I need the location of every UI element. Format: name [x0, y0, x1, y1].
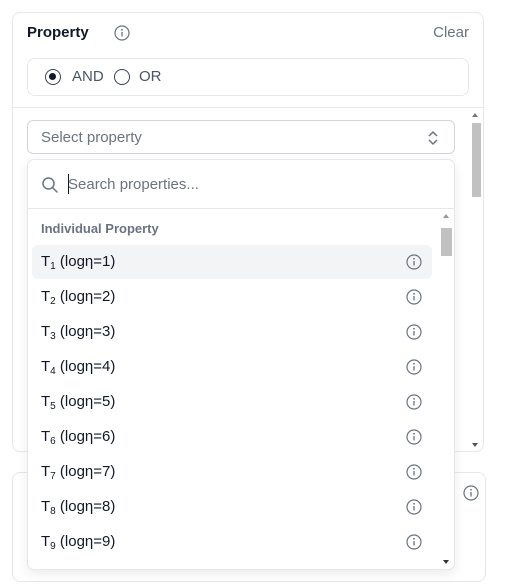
property-select[interactable]: Select property — [27, 120, 455, 154]
property-option[interactable]: T1 (logη=1) — [32, 245, 432, 279]
property-option-label: T7 (logη=7) — [41, 463, 116, 482]
property-option-label: T2 (logη=2) — [41, 288, 116, 307]
property-option[interactable]: T5 (logη=5) — [32, 385, 432, 419]
property-option[interactable]: T2 (logη=2) — [32, 280, 432, 314]
search-input[interactable] — [68, 173, 428, 195]
and-radio[interactable] — [45, 69, 61, 85]
property-option-label: T9 (logη=9) — [41, 533, 116, 552]
property-option[interactable]: T7 (logη=7) — [32, 455, 432, 489]
property-option-label: T1 (logη=1) — [41, 253, 116, 272]
panel-header: Property Clear — [27, 23, 469, 45]
or-radio-label[interactable]: OR — [139, 68, 162, 86]
property-option-label: T6 (logη=6) — [41, 428, 116, 447]
property-option-label: T3 (logη=3) — [41, 323, 116, 342]
info-icon[interactable] — [406, 254, 422, 270]
scrollbar-thumb[interactable] — [472, 123, 481, 197]
property-dropdown: Individual Property T1 (logη=1) T2 (logη=… — [27, 159, 455, 570]
property-option[interactable]: T3 (logη=3) — [32, 315, 432, 349]
info-icon[interactable] — [406, 429, 422, 445]
info-icon[interactable] — [406, 464, 422, 480]
search-row — [28, 160, 454, 209]
scroll-up-arrow-icon[interactable] — [443, 214, 449, 218]
property-option-label: T4 (logη=4) — [41, 358, 116, 377]
scroll-up-arrow-icon[interactable] — [472, 113, 478, 117]
info-icon[interactable] — [406, 499, 422, 515]
info-icon[interactable] — [406, 394, 422, 410]
and-radio-label[interactable]: AND — [72, 68, 104, 86]
info-icon[interactable] — [406, 534, 422, 550]
scroll-down-arrow-icon[interactable] — [472, 443, 478, 447]
info-icon[interactable] — [406, 359, 422, 375]
clear-button[interactable]: Clear — [433, 23, 469, 43]
property-option-label: T5 (logη=5) — [41, 393, 116, 412]
search-icon — [42, 177, 58, 193]
property-option[interactable]: T9 (logη=9) — [32, 525, 432, 559]
property-option[interactable]: T8 (logη=8) — [32, 490, 432, 524]
or-radio[interactable] — [114, 69, 130, 85]
property-option[interactable]: T4 (logη=4) — [32, 350, 432, 384]
info-icon[interactable] — [406, 324, 422, 340]
scroll-down-arrow-icon[interactable] — [443, 560, 449, 564]
property-option[interactable]: T6 (logη=6) — [32, 420, 432, 454]
scrollbar-thumb[interactable] — [441, 228, 452, 256]
info-icon[interactable] — [463, 485, 479, 501]
panel-scrollbar[interactable] — [469, 109, 481, 451]
panel-title: Property — [27, 24, 89, 41]
group-label: Individual Property — [41, 221, 159, 236]
divider — [13, 107, 483, 108]
info-icon[interactable] — [406, 289, 422, 305]
logic-operator-group: AND OR — [27, 58, 469, 96]
property-select-placeholder: Select property — [41, 129, 142, 146]
chevron-up-down-icon — [428, 130, 438, 146]
property-option-label: T8 (logη=8) — [41, 498, 116, 517]
text-caret — [68, 174, 69, 194]
info-icon[interactable] — [114, 25, 130, 41]
dropdown-scrollbar[interactable] — [440, 210, 452, 568]
